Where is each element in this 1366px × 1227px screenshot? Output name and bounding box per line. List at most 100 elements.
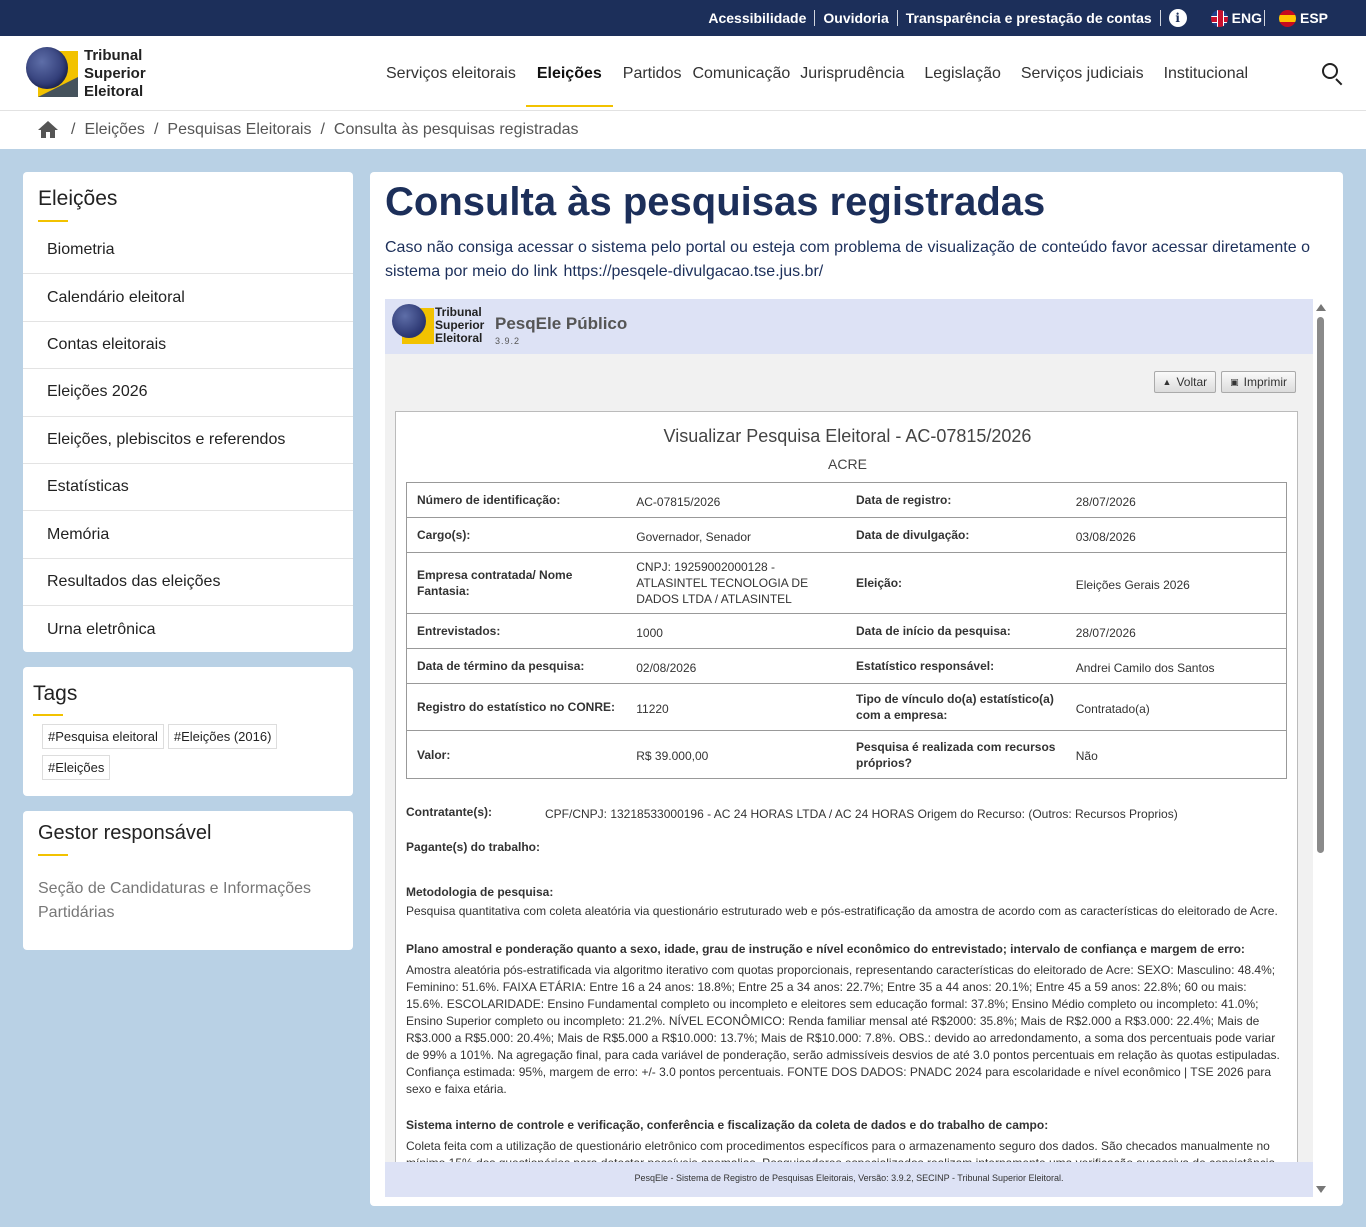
breadcrumb: / Eleições / Pesquisas Eleitorais / Cons…	[38, 111, 579, 149]
pesqele-footer: PesqEle - Sistema de Registro de Pesquis…	[385, 1162, 1313, 1197]
ombudsman-link[interactable]: Ouvidoria	[815, 10, 896, 26]
pesqele-logo-text: Tribunal Superior Eleitoral	[435, 305, 485, 345]
tag-eleicoes[interactable]: #Eleições	[42, 755, 111, 780]
tags-title: Tags	[33, 682, 78, 716]
survey-card: Visualizar Pesquisa Eleitoral - AC-07815…	[395, 411, 1298, 1197]
divider	[1263, 10, 1265, 26]
main-content: Consulta às pesquisas registradas Caso n…	[370, 172, 1343, 1206]
metodologia-section: Metodologia de pesquisa: Pesquisa quanti…	[406, 884, 1287, 920]
language-spanish-label: ESP	[1299, 10, 1328, 26]
page-title: Consulta às pesquisas registradas	[385, 180, 1046, 224]
sidebar-item-biometria[interactable]: Biometria	[23, 227, 353, 275]
table-row: Data de término da pesquisa: 02/08/2026 …	[406, 648, 1287, 684]
breadcrumb-eleicoes[interactable]: Eleições	[84, 121, 144, 139]
search-icon[interactable]	[1320, 61, 1344, 86]
nav-institucional[interactable]: Institucional	[1154, 36, 1259, 111]
pesqele-frame: Tribunal Superior Eleitoral PesqEle Públ…	[385, 299, 1328, 1197]
plano-label: Plano amostral e ponderação quanto a sex…	[406, 942, 1245, 956]
sidebar-menu: Eleições Biometria Calendário eleitoral …	[23, 172, 353, 652]
pagante-section: Pagante(s) do trabalho:	[406, 839, 1287, 856]
divider	[814, 10, 816, 26]
survey-title: Visualizar Pesquisa Eleitoral - AC-07815…	[663, 426, 1032, 446]
main-nav: Serviços eleitorais Eleições Partidos Co…	[376, 36, 1258, 111]
back-button[interactable]: ▲ Voltar	[1153, 371, 1217, 393]
plano-section: Plano amostral e ponderação quanto a sex…	[406, 941, 1287, 1098]
accessibility-link[interactable]: Acessibilidade	[700, 10, 814, 26]
sidebar-item-contas[interactable]: Contas eleitorais	[23, 322, 353, 370]
metodologia-text: Pesquisa quantitativa com coleta aleatór…	[406, 904, 1278, 918]
contratante-label: Contratante(s):	[406, 805, 492, 819]
table-row: Valor: R$ 39.000,00 Pesquisa é realizada…	[406, 730, 1287, 779]
tag-pesquisa-eleitoral[interactable]: #Pesquisa eleitoral	[42, 724, 164, 749]
frame-scrollbar[interactable]	[1313, 299, 1328, 1197]
scroll-thumb[interactable]	[1317, 317, 1324, 853]
plano-text: Amostra aleatória pós-estratificada via …	[406, 963, 1280, 1096]
contratante-section: Contratante(s): CPF/CNPJ: 13218533000196…	[406, 804, 1287, 823]
sidebar-item-resultados[interactable]: Resultados das eleições	[23, 559, 353, 607]
print-button[interactable]: ▣ Imprimir	[1221, 371, 1296, 393]
table-row: Registro do estatístico no CONRE: 11220 …	[406, 683, 1287, 731]
pesqele-header: Tribunal Superior Eleitoral PesqEle Públ…	[385, 299, 1313, 354]
nav-servicos-eleitorais[interactable]: Serviços eleitorais	[376, 36, 526, 111]
pagante-label: Pagante(s) do trabalho:	[406, 840, 541, 854]
uk-flag-icon	[1210, 9, 1228, 27]
tag-list: #Pesquisa eleitoral #Eleições (2016) #El…	[42, 724, 342, 780]
site-header: Tribunal Superior Eleitoral Serviços ele…	[0, 36, 1366, 111]
intro-text: Caso não consiga acessar o sistema pelo …	[385, 236, 1315, 284]
breadcrumb-pesquisas[interactable]: Pesquisas Eleitorais	[167, 121, 311, 139]
spain-flag-icon	[1278, 9, 1296, 27]
tse-logo-text: Tribunal Superior Eleitoral	[84, 47, 146, 100]
table-row: Cargo(s): Governador, Senador Data de di…	[406, 517, 1287, 553]
nav-legislacao[interactable]: Legislação	[914, 36, 1011, 111]
scroll-down-icon[interactable]	[1316, 1186, 1326, 1193]
table-row: Número de identificação: AC-07815/2026 D…	[406, 482, 1287, 518]
language-spanish[interactable]: ESP	[1278, 9, 1328, 27]
nav-partidos[interactable]: Partidos	[613, 36, 692, 111]
sidebar-title: Eleições	[38, 187, 118, 222]
tse-logo-icon	[392, 304, 436, 348]
info-icon[interactable]: i	[1168, 9, 1187, 27]
transparency-link[interactable]: Transparência e prestação de contas	[898, 10, 1160, 26]
nav-eleicoes[interactable]: Eleições	[525, 36, 613, 111]
breadcrumb-bar: / Eleições / Pesquisas Eleitorais / Cons…	[0, 111, 1366, 149]
tse-logo-icon	[26, 47, 80, 101]
gestor-title: Gestor responsável	[38, 822, 212, 856]
tags-panel: Tags #Pesquisa eleitoral #Eleições (2016…	[23, 667, 353, 796]
divider	[896, 10, 898, 26]
sidebar-item-eleicoes-2026[interactable]: Eleições 2026	[23, 369, 353, 417]
contratante-value: CPF/CNPJ: 13218533000196 - AC 24 HORAS L…	[545, 807, 1178, 821]
scroll-up-icon[interactable]	[1316, 304, 1326, 311]
sidebar-item-memoria[interactable]: Memória	[23, 511, 353, 559]
utility-links: Acessibilidade Ouvidoria Transparência e…	[700, 0, 1328, 36]
survey-info-table: Número de identificação: AC-07815/2026 D…	[406, 482, 1287, 779]
nav-jurisprudencia[interactable]: Jurisprudência	[795, 36, 914, 111]
breadcrumb-current: Consulta às pesquisas registradas	[333, 121, 579, 138]
table-row: Entrevistados: 1000 Data de início da pe…	[406, 613, 1287, 649]
pesqele-version: 3.9.2	[495, 336, 521, 346]
sistema-label: Sistema interno de controle e verificaçã…	[406, 1118, 1049, 1132]
table-row: Empresa contratada/ Nome Fantasia: CNPJ:…	[406, 552, 1287, 614]
sidebar-item-estatisticas[interactable]: Estatísticas	[23, 464, 353, 512]
language-english-label: ENG	[1231, 10, 1262, 26]
pesqele-actions: ▲ Voltar ▣ Imprimir	[1153, 371, 1296, 393]
pesqele-link[interactable]: https://pesqele-divulgacao.tse.jus.br/	[564, 263, 824, 280]
divider	[1159, 10, 1161, 26]
tag-eleicoes-2016[interactable]: #Eleições (2016)	[167, 724, 278, 749]
nav-servicos-judiciais[interactable]: Serviços judiciais	[1011, 36, 1154, 111]
metodologia-label: Metodologia de pesquisa:	[406, 885, 554, 899]
tse-logo[interactable]: Tribunal Superior Eleitoral	[26, 47, 146, 101]
survey-state: ACRE	[828, 456, 867, 472]
gestor-panel: Gestor responsável Seção de Candidaturas…	[23, 811, 353, 950]
gestor-text: Seção de Candidaturas e Informações Part…	[38, 880, 312, 921]
printer-icon: ▣	[1230, 376, 1239, 387]
chevron-up-icon: ▲	[1162, 377, 1172, 387]
sidebar-item-calendario[interactable]: Calendário eleitoral	[23, 274, 353, 322]
home-icon[interactable]	[38, 121, 58, 139]
pesqele-app-name: PesqEle Público	[495, 314, 628, 333]
nav-comunicacao[interactable]: Comunicação	[691, 36, 795, 111]
sidebar-item-plebiscitos[interactable]: Eleições, plebiscitos e referendos	[23, 417, 353, 464]
sidebar-item-urna[interactable]: Urna eletrônica	[23, 606, 353, 653]
intro-paragraph: Caso não consiga acessar o sistema pelo …	[385, 239, 1310, 280]
language-english[interactable]: ENG	[1210, 9, 1262, 27]
sidebar-list: Biometria Calendário eleitoral Contas el…	[23, 227, 353, 654]
